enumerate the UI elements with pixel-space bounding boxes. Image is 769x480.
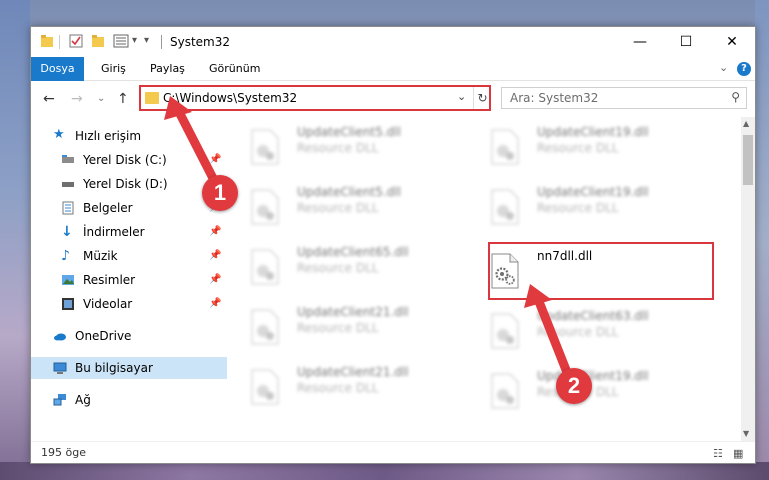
annotation-arrows [164, 96, 575, 382]
callout-badge-1: 1 [202, 175, 238, 211]
callout-badge-2: 2 [556, 368, 592, 404]
arrow-2-shaft [531, 292, 575, 382]
